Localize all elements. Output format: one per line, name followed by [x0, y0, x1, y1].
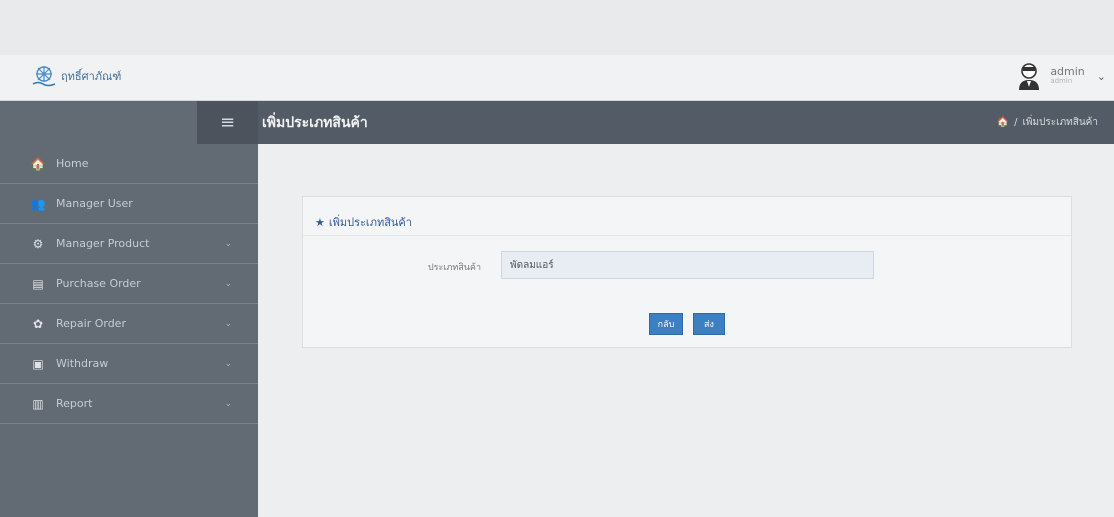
brand-logo[interactable]: ฤทธิ์ศาภัณฑ์: [31, 63, 121, 89]
sidebar-item-label: Manager Product: [56, 237, 150, 250]
sidebar-item-home[interactable]: 🏠 Home: [0, 144, 258, 184]
form-panel: ★ เพิ่มประเภทสินค้า ประเภทสินค้า กลับ ส่…: [302, 196, 1072, 348]
panel-heading: ★ เพิ่มประเภทสินค้า: [315, 213, 412, 231]
cog-icon: ✿: [32, 316, 44, 331]
submit-button[interactable]: ส่ง: [693, 313, 725, 335]
logo-text: ฤทธิ์ศาภัณฑ์: [61, 70, 122, 83]
sidebar-item-repair-order[interactable]: ✿ Repair Order ⌄: [0, 304, 258, 344]
panel-heading-text: เพิ่มประเภทสินค้า: [328, 216, 412, 229]
chevron-down-icon: ⌄: [224, 318, 232, 329]
user-menu[interactable]: admin admin ⌄: [1016, 61, 1106, 91]
file-icon: ▣: [32, 356, 44, 371]
chevron-down-icon: ⌄: [224, 358, 232, 369]
sidebar-item-purchase-order[interactable]: ▤ Purchase Order ⌄: [0, 264, 258, 304]
chevron-down-icon: ⌄: [224, 398, 232, 409]
sidebar: ≡ 🏠 Home 👥 Manager User ⚙ Manager Produc…: [0, 101, 258, 517]
sidebar-item-label: Home: [56, 157, 89, 170]
breadcrumb-separator: /: [1014, 117, 1018, 128]
product-type-label: ประเภทสินค้า: [427, 263, 481, 273]
sidebar-item-label: Purchase Order: [56, 277, 141, 290]
divider: [303, 235, 1071, 236]
cubes-icon: ⚙: [32, 236, 44, 251]
main-content: ★ เพิ่มประเภทสินค้า ประเภทสินค้า กลับ ส่…: [258, 144, 1114, 517]
credit-card-icon: ▤: [32, 276, 44, 291]
sidebar-item-label: Withdraw: [56, 357, 109, 370]
top-header-bar: ฤทธิ์ศาภัณฑ์ admin admin ⌄: [0, 55, 1114, 101]
home-icon[interactable]: 🏠: [997, 117, 1009, 128]
logo-icon: [32, 66, 56, 87]
home-icon: 🏠: [30, 156, 46, 171]
star-icon: ★: [315, 215, 325, 229]
menu-icon: ≡: [219, 112, 236, 133]
breadcrumb: 🏠 / เพิ่มประเภทสินค้า: [997, 115, 1098, 130]
sidebar-item-label: Report: [56, 397, 93, 410]
chevron-down-icon[interactable]: ⌄: [1097, 70, 1106, 83]
users-icon: 👥: [30, 196, 46, 211]
avatar: [1019, 63, 1040, 90]
sidebar-toggle-button[interactable]: ≡: [197, 101, 258, 144]
sidebar-item-label: Manager User: [56, 197, 133, 210]
breadcrumb-current: เพิ่มประเภทสินค้า: [1022, 117, 1098, 128]
page-header: เพิ่มประเภทสินค้า 🏠 / เพิ่มประเภทสินค้า: [258, 101, 1114, 144]
back-button[interactable]: กลับ: [649, 313, 683, 335]
product-type-input[interactable]: [501, 251, 874, 279]
sidebar-item-manager-product[interactable]: ⚙ Manager Product ⌄: [0, 224, 258, 264]
user-role: admin: [1050, 77, 1073, 86]
sidebar-item-withdraw[interactable]: ▣ Withdraw ⌄: [0, 344, 258, 384]
chevron-down-icon: ⌄: [224, 278, 232, 289]
page-title: เพิ่มประเภทสินค้า: [262, 114, 368, 131]
chevron-down-icon: ⌄: [224, 238, 232, 249]
sidebar-item-report[interactable]: ▥ Report ⌄: [0, 384, 258, 424]
sidebar-item-label: Repair Order: [56, 317, 126, 330]
sidebar-menu: 🏠 Home 👥 Manager User ⚙ Manager Product …: [0, 144, 258, 424]
sidebar-item-manager-user[interactable]: 👥 Manager User: [0, 184, 258, 224]
columns-icon: ▥: [32, 396, 44, 411]
